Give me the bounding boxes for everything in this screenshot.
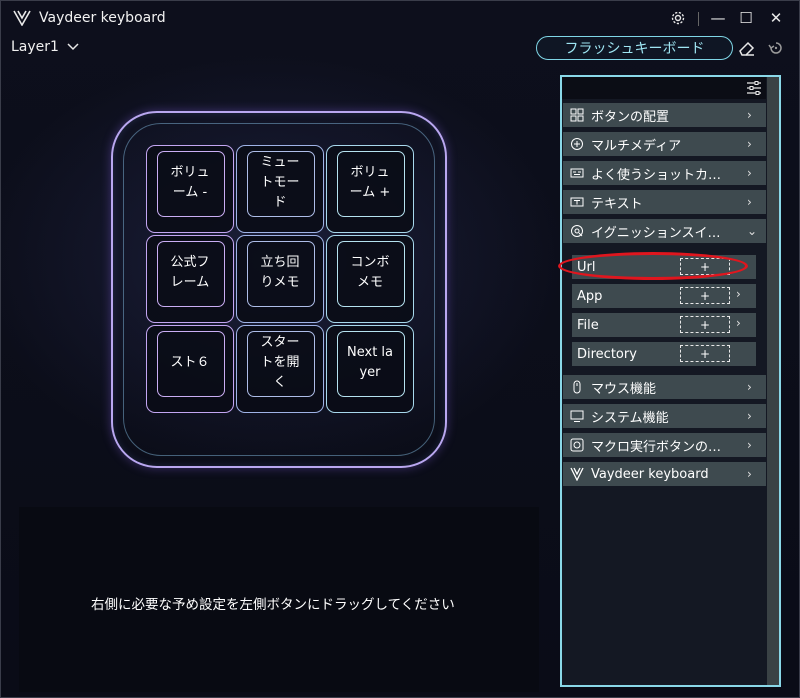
key-combo-memo[interactable]: コンボ メモ	[326, 235, 414, 323]
preset-directory[interactable]: Directory +	[572, 342, 756, 366]
gear-icon	[671, 11, 685, 25]
text-icon	[570, 197, 584, 207]
category-label: システム機能	[591, 410, 669, 426]
chevron-right-icon: ›	[747, 108, 752, 122]
reset-icon[interactable]	[766, 38, 786, 58]
maximize-button[interactable]: ☐	[735, 8, 757, 28]
category-shortcuts[interactable]: よく使うショットカ… ›	[563, 161, 766, 185]
flash-keyboard-button[interactable]: フラッシュキーボード	[536, 36, 733, 60]
minimize-button[interactable]: —	[707, 8, 729, 28]
key-volume-down[interactable]: ボリュ ーム -	[146, 145, 234, 233]
chevron-down-icon: ⌄	[747, 224, 758, 238]
category-vaydeer[interactable]: Vaydeer keyboard ›	[563, 462, 766, 486]
key-sf6[interactable]: スト６	[146, 325, 234, 413]
category-system[interactable]: システム機能 ›	[563, 404, 766, 428]
highlight-annotation	[558, 252, 748, 280]
key-mute[interactable]: ミュー トモー ド	[236, 145, 324, 233]
category-label: マウス機能	[591, 381, 657, 397]
key-label: スト６	[170, 355, 210, 370]
preset-panel-header	[562, 77, 766, 99]
category-macro[interactable]: マクロ実行ボタンの… ›	[563, 433, 766, 457]
chevron-down-icon	[67, 43, 79, 51]
media-icon	[571, 138, 583, 150]
key-label: コンボ メモ	[350, 255, 390, 290]
layer-label: Layer1	[11, 39, 59, 55]
macro-icon	[570, 438, 584, 452]
add-preset-button[interactable]: +	[680, 316, 730, 333]
shortcut-icon	[570, 168, 584, 178]
chevron-right-icon: ›	[747, 166, 752, 180]
app-title: Vaydeer keyboard	[39, 10, 166, 26]
category-mouse[interactable]: マウス機能 ›	[563, 375, 766, 399]
drag-hint: 右側に必要な予め設定を左側ボタンにドラッグしてください	[91, 597, 455, 613]
app-window: Vaydeer keyboard — ☐ ✕ Layer1 フラッシュキーボード…	[0, 0, 800, 698]
key-next-layer[interactable]: Next la yer	[326, 325, 414, 413]
close-button[interactable]: ✕	[765, 8, 787, 28]
chevron-right-icon: ›	[747, 467, 752, 481]
vaydeer-logo-icon	[13, 10, 31, 26]
chevron-right-icon: ›	[747, 409, 752, 423]
preset-app[interactable]: App + ›	[572, 284, 756, 308]
chevron-right-icon: ›	[747, 380, 752, 394]
key-label: ボリュ ーム -	[170, 165, 210, 200]
chevron-right-icon: ›	[736, 316, 741, 330]
category-button-layout[interactable]: ボタンの配置 ›	[563, 103, 766, 127]
chevron-right-icon: ›	[747, 195, 752, 209]
category-label: マルチメディア	[591, 138, 682, 154]
filter-settings-icon[interactable]	[746, 80, 762, 96]
key-label: Next la yer	[347, 345, 393, 380]
vaydeer-logo-icon	[570, 467, 584, 481]
add-preset-button[interactable]: +	[680, 345, 730, 362]
eraser-icon[interactable]	[737, 38, 757, 58]
key-label: スター トを開 く	[260, 335, 300, 390]
monitor-icon	[570, 410, 584, 422]
key-movement-memo[interactable]: 立ち回 りメモ	[236, 235, 324, 323]
key-label: ミュー トモー ド	[260, 155, 300, 210]
key-label: ボリュ ーム +	[349, 165, 391, 200]
mouse-icon	[573, 380, 581, 394]
key-open-start[interactable]: スター トを開 く	[236, 325, 324, 413]
grid-icon	[570, 108, 584, 122]
preset-file[interactable]: File + ›	[572, 313, 756, 337]
category-label: よく使うショットカ…	[591, 167, 722, 183]
panel-scrollbar[interactable]	[767, 77, 779, 685]
category-label: ボタンの配置	[591, 109, 670, 125]
category-label: テキスト	[591, 196, 643, 212]
category-ignition-switch[interactable]: イグニッションスイ… ⌄	[563, 219, 766, 243]
chevron-right-icon: ›	[747, 438, 752, 452]
title-separator	[698, 12, 699, 26]
chevron-right-icon: ›	[747, 137, 752, 151]
add-preset-button[interactable]: +	[680, 287, 730, 304]
ignition-icon	[571, 225, 583, 237]
settings-button[interactable]	[667, 8, 689, 28]
category-label: イグニッションスイ…	[591, 225, 721, 241]
category-label: Vaydeer keyboard	[591, 466, 709, 482]
chevron-right-icon: ›	[736, 287, 741, 301]
category-multimedia[interactable]: マルチメディア ›	[563, 132, 766, 156]
category-text[interactable]: テキスト ›	[563, 190, 766, 214]
layer-dropdown[interactable]: Layer1	[11, 39, 79, 55]
key-volume-up[interactable]: ボリュ ーム +	[326, 145, 414, 233]
key-label: 立ち回 りメモ	[260, 255, 300, 290]
key-label: 公式フ レーム	[170, 255, 210, 290]
category-label: マクロ実行ボタンの…	[591, 439, 722, 455]
title-bar: Vaydeer keyboard — ☐ ✕	[1, 1, 800, 35]
key-official-frame[interactable]: 公式フ レーム	[146, 235, 234, 323]
